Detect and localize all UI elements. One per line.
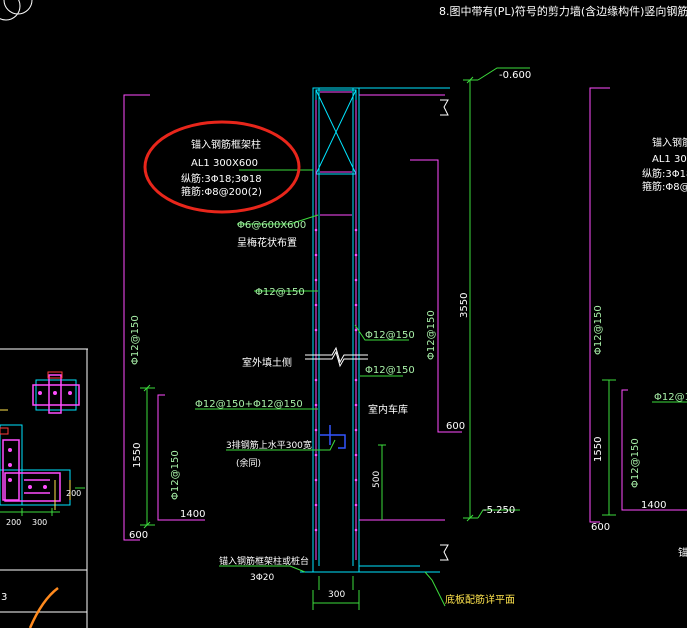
section-circle-left [0,0,21,21]
detail-dim-c: 200 [66,489,81,498]
right-callout-stirrups: 箍筋:Φ8@2 [642,180,687,193]
label-slab-note: 底板配筋详平面 [445,593,515,606]
label-dim-300: 300 [328,590,345,600]
label-dim-600-left: 600 [129,530,148,541]
label-h-bar-right-mid: Φ12@150 [365,365,415,376]
label-outside-note: 室外填土侧 [242,356,292,369]
right-dim-1400: 1400 [641,500,666,511]
detail-dim-a: 200 [6,518,21,527]
right-partial-section: 锚入钢筋框架柱 AL1 300 纵筋:3Φ18;3Φ18 箍筋:Φ8@2 Φ12… [589,87,687,559]
wall-outline [312,87,360,573]
label-v-bar-left: Φ12@150 [130,315,141,365]
label-anchor-base: 锚入钢筋框架柱或桩台 [219,555,309,567]
right-callout-title: 锚入钢筋框架柱 [652,136,687,149]
left-detail: 200 300 200 3 [0,348,88,628]
label-dim-600-right: 600 [446,421,465,432]
right-v-bar-2: Φ12@150 [630,438,641,488]
label-elev-bottom: -5.250 [483,505,515,516]
label-tie-bars: Φ6@600X600 [237,220,306,231]
label-inside-note: 室内车库 [368,403,408,416]
detail-dim-b: 300 [32,518,47,527]
leader-lines [195,169,446,607]
fragment-side-right: 锚 [678,547,687,559]
callout-title: 锚入钢筋框架柱 [191,138,261,151]
right-dimension-3550 [463,67,530,522]
right-h-bar: Φ12@150 [654,392,687,403]
label-anchor-bars: 3排钢筋上水平300宽 [226,439,312,451]
right-dim-1550: 1550 [593,437,604,462]
right-vertical-bar [410,159,462,433]
cad-drawing: 8.图中带有(PL)符号的剪力墙(含边缘构件)竖向钢筋不应采用绑扎 [0,0,687,628]
label-dim-1550: 1550 [132,443,143,468]
right-dim-600: 600 [591,522,610,533]
fragment-bottom-left: 3 [1,592,7,603]
label-tie-layout: 呈梅花状布置 [237,236,297,249]
label-dim-500: 500 [372,471,382,488]
label-h-bar-left-upper: Φ12@150 [255,287,305,298]
label-v-bar-left-lower: Φ12@150 [170,450,181,500]
label-v-bar-right: Φ12@150 [426,310,437,360]
label-elev-top: -0.600 [499,70,531,81]
right-callout-section: AL1 300 [652,154,687,165]
right-v-bar-1: Φ12@150 [593,305,604,355]
label-dim-1400: 1400 [180,509,205,520]
rebar-dots [314,228,358,532]
callout-long-bars: 纵筋:3Φ18;3Φ18 [181,172,262,185]
section-circle-right [3,0,33,15]
label-dim-3550: 3550 [459,293,470,318]
section-symbol-group [0,0,33,21]
top-note: 8.图中带有(PL)符号的剪力墙(含边缘构件)竖向钢筋不应采用绑扎 [439,4,687,18]
label-h-bar-right-upper: Φ12@150 [365,330,415,341]
label-h-bar-left-mid: Φ12@150+Φ12@150 [195,399,303,410]
right-callout-long-bars: 纵筋:3Φ18;3Φ18 [642,167,687,180]
label-anchor-sub: (余同) [236,457,261,469]
left-lower-bar [157,394,205,521]
label-base-bars: 3Φ20 [250,573,275,583]
callout-stirrups: 箍筋:Φ8@200(2) [181,185,262,198]
callout-section: AL1 300X600 [191,158,258,169]
